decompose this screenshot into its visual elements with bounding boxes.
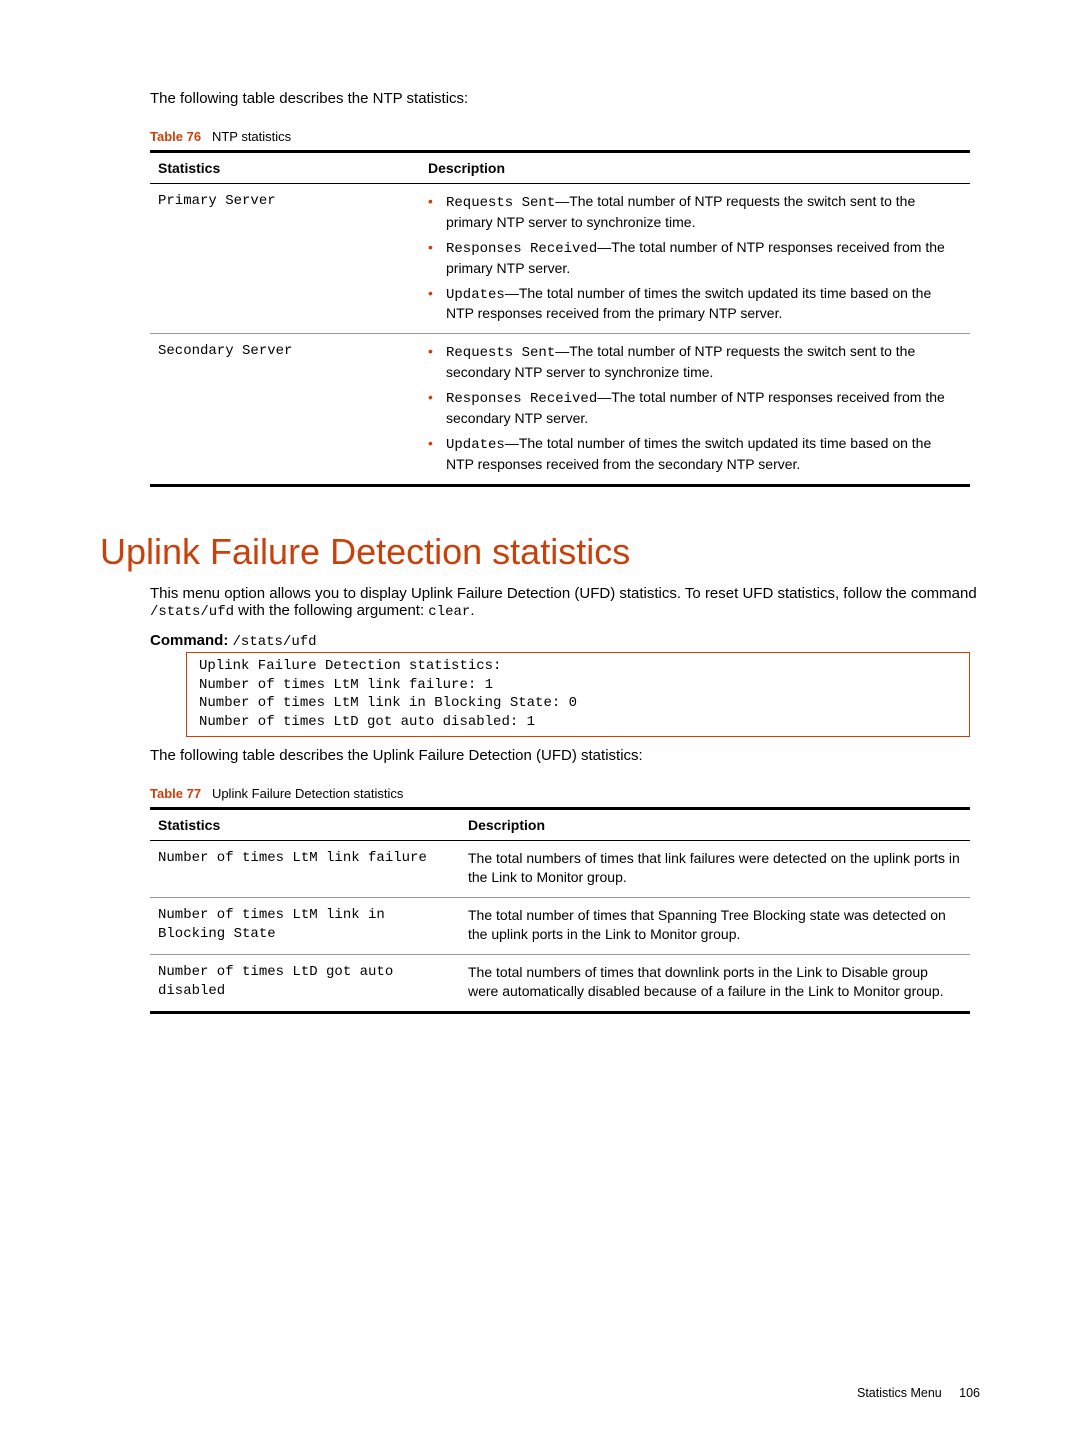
para-code-2: clear	[428, 604, 470, 620]
item-code: Responses Received	[446, 241, 597, 257]
list-item: Updates—The total number of times the sw…	[428, 284, 962, 324]
table-row: Number of times LtD got auto disabled Th…	[150, 954, 970, 1012]
table-76-caption: Table 76 NTP statistics	[150, 129, 980, 144]
para-text-b: with the following argument:	[234, 602, 428, 619]
table-77-label: Table 77	[150, 786, 201, 801]
list-item: Responses Received—The total number of N…	[428, 238, 962, 278]
intro-text-2: The following table describes the Uplink…	[150, 747, 980, 764]
table-77-caption: Table 77 Uplink Failure Detection statis…	[150, 786, 980, 801]
table-77-header-stat: Statistics	[150, 809, 460, 841]
desc-cell: Requests Sent—The total number of NTP re…	[420, 334, 970, 485]
list-item: Responses Received—The total number of N…	[428, 388, 962, 428]
stat-cell: Number of times LtM link failure	[150, 841, 460, 898]
table-77-header-desc: Description	[460, 809, 970, 841]
item-text: —The total number of times the switch up…	[446, 435, 931, 472]
table-row: Number of times LtM link in Blocking Sta…	[150, 898, 970, 955]
item-text: —The total number of times the switch up…	[446, 285, 931, 322]
desc-cell: Requests Sent—The total number of NTP re…	[420, 184, 970, 334]
command-line: Command: /stats/ufd	[150, 632, 980, 650]
desc-cell: The total numbers of times that link fai…	[460, 841, 970, 898]
item-code: Updates	[446, 437, 505, 453]
list-item: Requests Sent—The total number of NTP re…	[428, 342, 962, 382]
item-code: Updates	[446, 287, 505, 303]
table-77-title: Uplink Failure Detection statistics	[212, 786, 403, 801]
item-code: Responses Received	[446, 391, 597, 407]
stat-cell: Number of times LtD got auto disabled	[150, 954, 460, 1012]
item-code: Requests Sent	[446, 195, 555, 211]
desc-cell: The total numbers of times that downlink…	[460, 954, 970, 1012]
page-footer: Statistics Menu 106	[857, 1386, 980, 1400]
section-heading: Uplink Failure Detection statistics	[100, 531, 980, 573]
footer-page-number: 106	[959, 1386, 980, 1400]
desc-cell: The total number of times that Spanning …	[460, 898, 970, 955]
list-item: Updates—The total number of times the sw…	[428, 434, 962, 474]
item-code: Requests Sent	[446, 345, 555, 361]
table-row: Primary Server Requests Sent—The total n…	[150, 184, 970, 334]
intro-text-1: The following table describes the NTP st…	[150, 90, 980, 107]
table-row: Secondary Server Requests Sent—The total…	[150, 334, 970, 485]
stat-cell: Primary Server	[150, 184, 420, 334]
list-item: Requests Sent—The total number of NTP re…	[428, 192, 962, 232]
table-76-header-desc: Description	[420, 152, 970, 184]
table-76-label: Table 76	[150, 129, 201, 144]
para-text-a: This menu option allows you to display U…	[150, 585, 977, 602]
table-77: Statistics Description Number of times L…	[150, 807, 970, 1013]
section-paragraph: This menu option allows you to display U…	[150, 585, 980, 620]
table-row: Number of times LtM link failure The tot…	[150, 841, 970, 898]
footer-section: Statistics Menu	[857, 1386, 942, 1400]
para-code-1: /stats/ufd	[150, 604, 234, 620]
stat-cell: Number of times LtM link in Blocking Sta…	[150, 898, 460, 955]
table-76-header-stat: Statistics	[150, 152, 420, 184]
table-76-title: NTP statistics	[212, 129, 291, 144]
para-text-c: .	[470, 602, 474, 619]
table-76: Statistics Description Primary Server Re…	[150, 150, 970, 487]
command-label: Command:	[150, 632, 228, 649]
stat-cell: Secondary Server	[150, 334, 420, 485]
code-output-box: Uplink Failure Detection statistics: Num…	[186, 652, 970, 738]
command-path: /stats/ufd	[233, 634, 317, 650]
